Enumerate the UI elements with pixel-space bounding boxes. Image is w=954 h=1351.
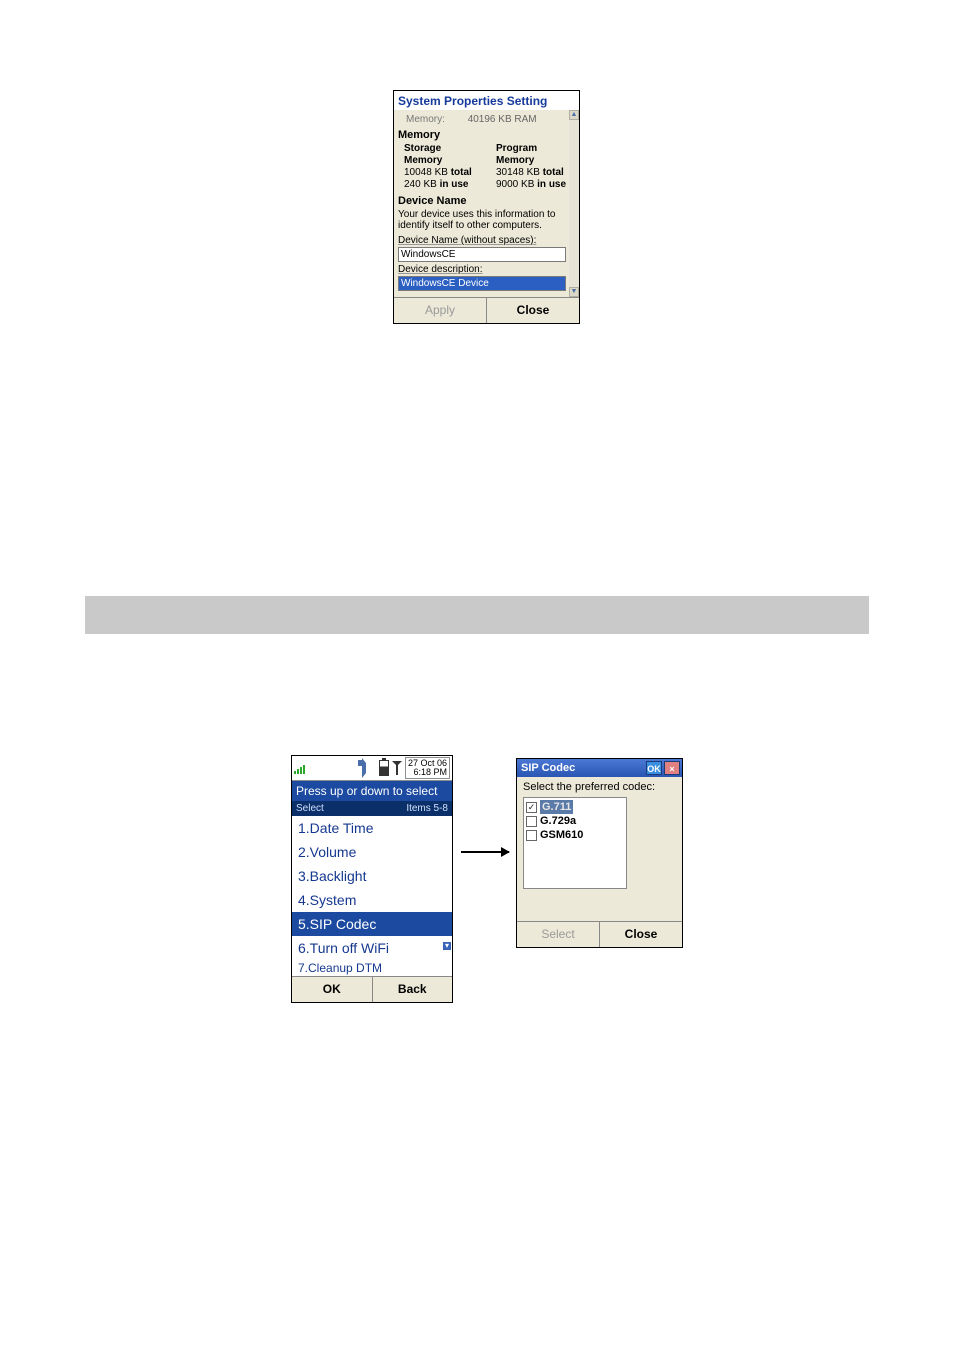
storage-inuse: 240 KB in use (404, 179, 482, 191)
system-properties-title: System Properties Setting (394, 91, 579, 110)
system-button-bar: Apply Close (394, 297, 579, 323)
phone-subbar-right: Items 5-8 (406, 803, 448, 814)
menu-item-volume[interactable]: 2.Volume (292, 840, 452, 864)
system-properties-body: ▲ ▼ Memory: 40196 KB RAM Memory Storage … (394, 110, 579, 297)
battery-icon (379, 760, 389, 776)
phone-subbar-left: Select (296, 803, 324, 814)
device-description-label: Device description: (398, 264, 575, 275)
sip-codec-title: SIP Codec (521, 762, 575, 774)
codec-option-g729a[interactable]: G.729a (526, 814, 624, 828)
status-bar: 27 Oct 06 6:18 PM (292, 756, 452, 781)
codec-option-g711[interactable]: ✓ G.711 (526, 800, 624, 814)
codec-option-label: G.711 (540, 800, 573, 814)
phone-settings-screen: 27 Oct 06 6:18 PM Press up or down to se… (291, 755, 453, 1003)
memory-summary: Memory: 40196 KB RAM (398, 114, 575, 125)
storage-h1: Storage (404, 143, 482, 155)
program-h1: Program (496, 143, 574, 155)
arrow-icon (461, 851, 509, 853)
codec-select-button[interactable]: Select (517, 922, 600, 947)
checkbox-icon[interactable] (526, 830, 537, 841)
menu-item-turn-off-wifi[interactable]: 6.Turn off WiFi (292, 936, 452, 960)
speaker-icon (362, 758, 376, 778)
memory-grid: Storage Memory 10048 KB total 240 KB in … (398, 143, 575, 191)
softkey-ok[interactable]: OK (292, 977, 373, 1002)
device-name-input[interactable] (398, 247, 566, 262)
apply-button[interactable]: Apply (394, 298, 487, 323)
storage-total: 10048 KB total (404, 167, 482, 179)
close-button[interactable]: Close (487, 298, 579, 323)
memory-summary-value: 40196 KB RAM (468, 114, 537, 125)
codec-close-button[interactable]: Close (600, 922, 682, 947)
menu-item-cut[interactable]: 7.Cleanup DTM (292, 960, 452, 976)
menu-scroll-down-icon[interactable]: ▾ (443, 942, 451, 950)
titlebar-close-button[interactable]: × (664, 761, 680, 775)
memory-summary-label: Memory: (406, 114, 445, 125)
device-name-section-heading: Device Name (398, 195, 575, 207)
antenna-icon (392, 761, 402, 775)
sip-codec-body: Select the preferred codec: ✓ G.711 G.72… (517, 777, 682, 891)
codec-option-gsm610[interactable]: GSM610 (526, 828, 624, 842)
menu-item-backlight[interactable]: 3.Backlight (292, 864, 452, 888)
section-divider (85, 596, 869, 634)
sip-codec-button-bar: Select Close (517, 921, 682, 947)
phone-menu-list[interactable]: 1.Date Time 2.Volume 3.Backlight 4.Syste… (292, 816, 452, 976)
sip-codec-list[interactable]: ✓ G.711 G.729a GSM610 (523, 797, 627, 889)
storage-memory-column: Storage Memory 10048 KB total 240 KB in … (404, 143, 482, 191)
checkbox-icon[interactable] (526, 816, 537, 827)
device-description-input[interactable] (398, 276, 566, 291)
menu-item-sip-codec[interactable]: 5.SIP Codec (292, 912, 452, 936)
system-properties-window: System Properties Setting ▲ ▼ Memory: 40… (393, 90, 580, 324)
checkbox-icon[interactable]: ✓ (526, 802, 537, 813)
storage-h2: Memory (404, 155, 482, 167)
sip-codec-dialog: SIP Codec OK × Select the preferred code… (516, 758, 683, 948)
titlebar-ok-button[interactable]: OK (646, 761, 662, 775)
menu-item-system[interactable]: 4.System (292, 888, 452, 912)
program-h2: Memory (496, 155, 574, 167)
system-scrollbar[interactable]: ▲ ▼ (569, 110, 579, 297)
signal-icon (294, 762, 308, 774)
softkey-back[interactable]: Back (373, 977, 453, 1002)
phone-subbar: Select Items 5-8 (292, 801, 452, 816)
phone-instruction: Press up or down to select (292, 781, 452, 801)
phone-menu: 1.Date Time 2.Volume 3.Backlight 4.Syste… (292, 816, 452, 976)
program-total: 30148 KB total (496, 167, 574, 179)
device-name-note: Your device uses this information to ide… (398, 209, 575, 231)
memory-section-heading: Memory (398, 129, 575, 141)
program-memory-column: Program Memory 30148 KB total 9000 KB in… (496, 143, 574, 191)
codec-option-label: GSM610 (540, 828, 583, 842)
scroll-up-button[interactable]: ▲ (569, 110, 579, 120)
program-inuse: 9000 KB in use (496, 179, 574, 191)
codec-option-label: G.729a (540, 814, 576, 828)
sip-codec-titlebar: SIP Codec OK × (517, 759, 682, 777)
device-name-label: Device Name (without spaces): (398, 235, 575, 246)
menu-item-date-time[interactable]: 1.Date Time (292, 816, 452, 840)
phone-softkey-bar: OK Back (292, 976, 452, 1002)
scroll-down-button[interactable]: ▼ (569, 287, 579, 297)
sip-codec-prompt: Select the preferred codec: (523, 781, 676, 793)
status-time: 6:18 PM (408, 768, 447, 777)
status-clock: 27 Oct 06 6:18 PM (405, 757, 450, 779)
